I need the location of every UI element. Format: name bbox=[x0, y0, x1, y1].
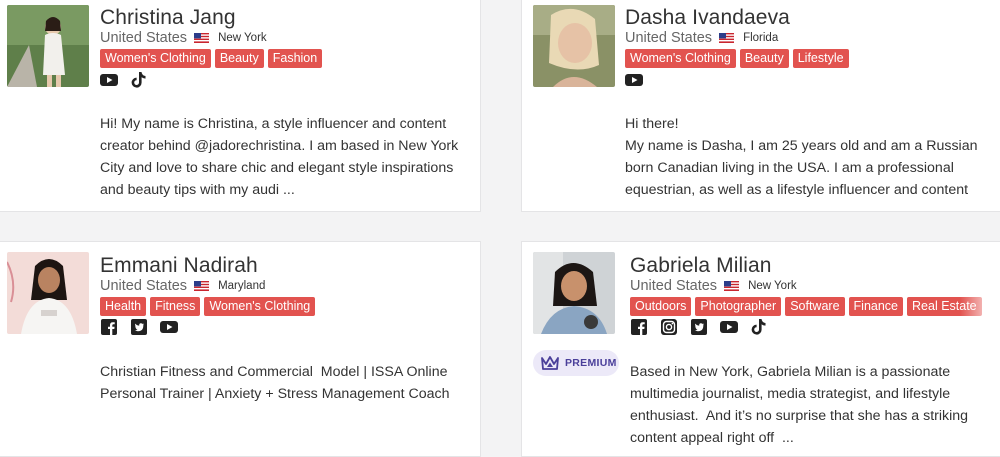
category-tag[interactable]: Software bbox=[785, 297, 845, 316]
category-tag[interactable]: Beauty bbox=[214, 49, 264, 68]
country-label: United States bbox=[100, 278, 188, 294]
region-label: Florida bbox=[743, 32, 779, 44]
category-tag[interactable]: Photographer bbox=[695, 297, 782, 316]
tag-list: Women's Clothing Beauty Fashion bbox=[100, 49, 323, 68]
avatar[interactable] bbox=[7, 252, 89, 334]
premium-label: PREMIUM bbox=[565, 357, 617, 369]
facebook-icon[interactable] bbox=[100, 318, 118, 336]
tag-list: Health Fitness Women's Clothing bbox=[100, 297, 316, 316]
bio-line: Hi there! bbox=[625, 116, 679, 132]
location: United States Florida bbox=[625, 30, 778, 46]
youtube-icon[interactable] bbox=[625, 71, 643, 89]
country-label: United States bbox=[625, 30, 713, 46]
location: United States New York bbox=[630, 278, 797, 294]
crown-icon bbox=[541, 356, 559, 370]
bio-line: content appeal right off ... bbox=[630, 430, 794, 446]
social-links bbox=[630, 318, 768, 336]
bio-text: Hi! My name is Christina, a style influe… bbox=[100, 113, 475, 201]
bio-text: Hi there! My name is Dasha, I am 25 year… bbox=[625, 113, 995, 201]
tiktok-icon[interactable] bbox=[750, 318, 768, 336]
category-tag[interactable]: Women's Clothing bbox=[625, 49, 736, 68]
bio-line: creator behind @jadorechristina. I am ba… bbox=[100, 138, 459, 154]
social-links bbox=[625, 71, 643, 89]
category-tag[interactable]: Women's Clothing bbox=[100, 49, 211, 68]
category-tag[interactable]: Finance bbox=[848, 297, 904, 316]
bio-line: My name is Dasha, I am 25 years old and … bbox=[625, 138, 978, 154]
avatar[interactable] bbox=[7, 5, 89, 87]
region-label: Maryland bbox=[218, 280, 266, 292]
youtube-icon[interactable] bbox=[100, 71, 118, 89]
category-tag[interactable]: Beauty bbox=[739, 49, 789, 68]
youtube-icon[interactable] bbox=[160, 318, 178, 336]
category-tag[interactable]: Fitness bbox=[150, 297, 201, 316]
bio-line: Based in New York, Gabriela Milian is a … bbox=[630, 364, 951, 380]
influencer-name[interactable]: Gabriela Milian bbox=[630, 254, 772, 278]
avatar[interactable] bbox=[533, 252, 615, 334]
avatar[interactable] bbox=[533, 5, 615, 87]
category-tag[interactable]: Lifestyle bbox=[792, 49, 849, 68]
tag-list: Outdoors Photographer Software Finance R… bbox=[630, 297, 982, 316]
category-tag[interactable]: Health bbox=[100, 297, 147, 316]
tag-overflow-fade bbox=[960, 296, 1000, 318]
us-flag-icon bbox=[194, 281, 210, 291]
bio-text: Christian Fitness and Commercial Model |… bbox=[100, 361, 475, 405]
premium-badge: PREMIUM bbox=[533, 350, 619, 376]
country-label: United States bbox=[630, 278, 718, 294]
bio-text: Based in New York, Gabriela Milian is a … bbox=[630, 361, 995, 449]
social-links bbox=[100, 318, 178, 336]
us-flag-icon bbox=[724, 281, 740, 291]
country-label: United States bbox=[100, 30, 188, 46]
bio-line: Hi! My name is Christina, a style influe… bbox=[100, 116, 447, 132]
influencer-name[interactable]: Emmani Nadirah bbox=[100, 254, 258, 278]
us-flag-icon bbox=[719, 33, 735, 43]
location: United States New York bbox=[100, 30, 267, 46]
youtube-icon[interactable] bbox=[720, 318, 738, 336]
bio-line: enthusiast. And it’s no surprise that sh… bbox=[630, 408, 969, 424]
region-label: New York bbox=[748, 280, 797, 292]
bio-line: and beauty tips with my audi ... bbox=[100, 182, 295, 198]
tag-list: Women's Clothing Beauty Lifestyle bbox=[625, 49, 849, 68]
region-label: New York bbox=[218, 32, 267, 44]
category-tag[interactable]: Fashion bbox=[267, 49, 323, 68]
influencer-name[interactable]: Dasha Ivandaeva bbox=[625, 6, 790, 30]
tiktok-icon[interactable] bbox=[130, 71, 148, 89]
influencer-name[interactable]: Christina Jang bbox=[100, 6, 236, 30]
location: United States Maryland bbox=[100, 278, 265, 294]
us-flag-icon bbox=[194, 33, 210, 43]
category-tag[interactable]: Outdoors bbox=[630, 297, 692, 316]
twitter-icon[interactable] bbox=[690, 318, 708, 336]
category-tag[interactable]: Women's Clothing bbox=[204, 297, 316, 316]
bio-line: Personal Trainer | Anxiety + Stress Mana… bbox=[100, 386, 450, 402]
instagram-icon[interactable] bbox=[660, 318, 678, 336]
social-links bbox=[100, 71, 148, 89]
bio-line: equestrian, as well as a lifestyle influ… bbox=[625, 182, 969, 198]
twitter-icon[interactable] bbox=[130, 318, 148, 336]
bio-line: City and love to share chic and elegant … bbox=[100, 160, 454, 176]
bio-line: Christian Fitness and Commercial Model |… bbox=[100, 364, 448, 380]
bio-line: born Canadian living in the USA. I am a … bbox=[625, 160, 954, 176]
facebook-icon[interactable] bbox=[630, 318, 648, 336]
bio-line: multimedia journalist, media strategist,… bbox=[630, 386, 951, 402]
